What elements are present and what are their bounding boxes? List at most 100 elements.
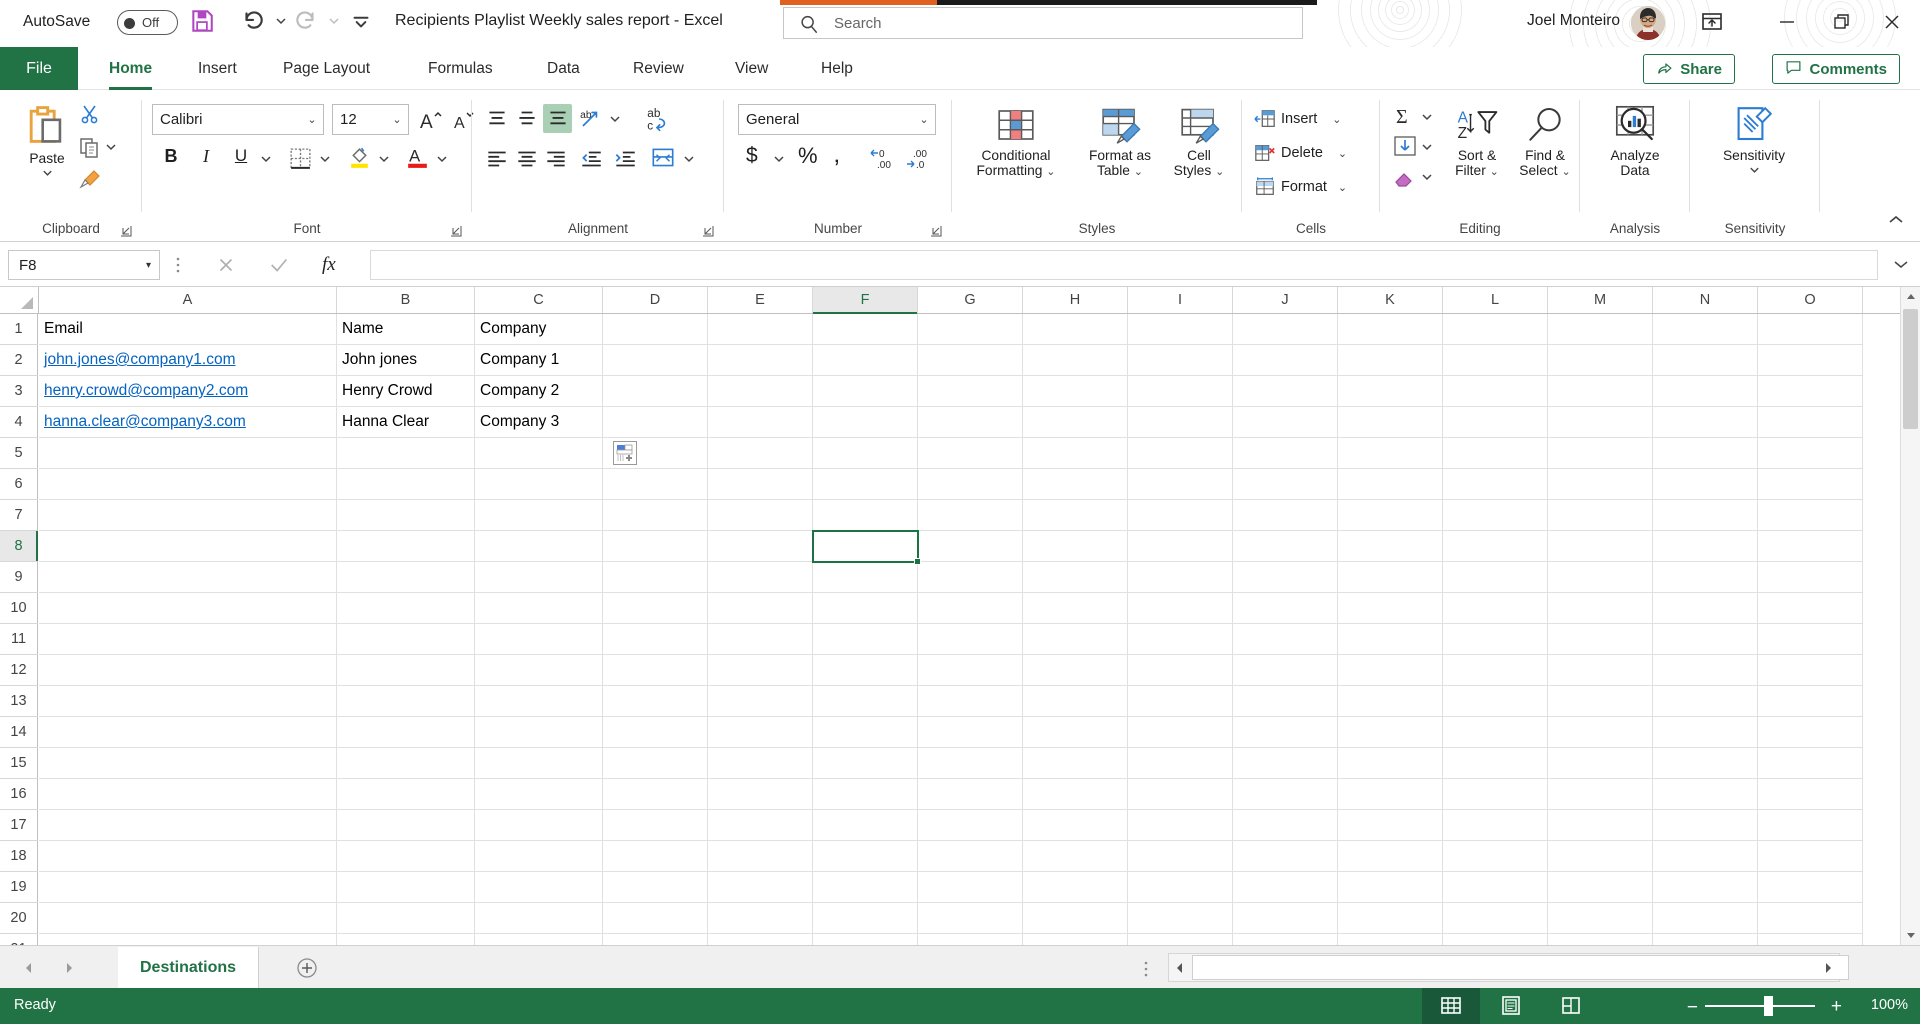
- cell-G18[interactable]: [918, 841, 1023, 872]
- cell-G21[interactable]: [918, 934, 1023, 945]
- cell-I15[interactable]: [1128, 748, 1233, 779]
- font-size-combobox[interactable]: 12 ⌄: [332, 104, 409, 135]
- cell-N17[interactable]: [1653, 810, 1758, 841]
- underline-button[interactable]: U: [230, 146, 252, 166]
- cell-D14[interactable]: [603, 717, 708, 748]
- italic-button[interactable]: I: [195, 146, 217, 167]
- format-painter-brush-icon[interactable]: [78, 168, 102, 197]
- column-header-d[interactable]: D: [603, 287, 708, 313]
- cell-J12[interactable]: [1233, 655, 1338, 686]
- merge-dropdown-chevron-down-icon[interactable]: [682, 152, 696, 171]
- clear-eraser-icon[interactable]: [1392, 166, 1418, 195]
- cell-H2[interactable]: [1023, 345, 1128, 376]
- cell-G8[interactable]: [918, 531, 1023, 562]
- row-header-18[interactable]: 18: [0, 841, 38, 872]
- font-dialog-launcher-icon[interactable]: [450, 224, 462, 236]
- horizontal-scrollbar[interactable]: [1168, 953, 1840, 982]
- cell-F7[interactable]: [813, 500, 918, 531]
- normal-view-button[interactable]: [1422, 988, 1480, 1024]
- cell-O14[interactable]: [1758, 717, 1863, 748]
- cell-C2[interactable]: Company 1: [475, 345, 603, 376]
- cell-D6[interactable]: [603, 469, 708, 500]
- formula-input[interactable]: [370, 250, 1878, 280]
- merge-and-center-icon[interactable]: [650, 144, 676, 177]
- cell-H4[interactable]: [1023, 407, 1128, 438]
- cell-F3[interactable]: [813, 376, 918, 407]
- format-as-table-button[interactable]: Format as Table ⌄: [1076, 104, 1164, 179]
- align-top-icon[interactable]: [484, 106, 510, 137]
- cell-O12[interactable]: [1758, 655, 1863, 686]
- cell-D9[interactable]: [603, 562, 708, 593]
- cell-C3[interactable]: Company 2: [475, 376, 603, 407]
- row-header-1[interactable]: 1: [0, 314, 38, 345]
- cell-O13[interactable]: [1758, 686, 1863, 717]
- cell-O17[interactable]: [1758, 810, 1863, 841]
- cell-C6[interactable]: [475, 469, 603, 500]
- cell-H18[interactable]: [1023, 841, 1128, 872]
- cell-M10[interactable]: [1548, 593, 1653, 624]
- cell-I4[interactable]: [1128, 407, 1233, 438]
- column-header-f[interactable]: F: [813, 287, 918, 313]
- cell-L13[interactable]: [1443, 686, 1548, 717]
- underline-dropdown-chevron-down-icon[interactable]: [259, 152, 273, 171]
- cell-B3[interactable]: Henry Crowd: [337, 376, 475, 407]
- cell-I17[interactable]: [1128, 810, 1233, 841]
- increase-indent-icon[interactable]: [612, 146, 638, 177]
- row-header-6[interactable]: 6: [0, 469, 38, 500]
- share-button[interactable]: Share: [1643, 54, 1735, 84]
- cell-H21[interactable]: [1023, 934, 1128, 945]
- cell-K8[interactable]: [1338, 531, 1443, 562]
- cell-F6[interactable]: [813, 469, 918, 500]
- sort-filter-chevron-down-icon[interactable]: ⌄: [1490, 166, 1499, 178]
- cell-N9[interactable]: [1653, 562, 1758, 593]
- cell-K16[interactable]: [1338, 779, 1443, 810]
- cell-I18[interactable]: [1128, 841, 1233, 872]
- cell-A2[interactable]: john.jones@company1.com: [39, 345, 337, 376]
- cell-A18[interactable]: [39, 841, 337, 872]
- cell-J15[interactable]: [1233, 748, 1338, 779]
- cell-H11[interactable]: [1023, 624, 1128, 655]
- cell-N1[interactable]: [1653, 314, 1758, 345]
- cell-B8[interactable]: [337, 531, 475, 562]
- vertical-scrollbar-thumb[interactable]: [1903, 309, 1918, 429]
- font-family-chevron-down-icon[interactable]: ⌄: [301, 113, 323, 126]
- paste-options-icon[interactable]: [613, 441, 637, 465]
- font-family-combobox[interactable]: Calibri ⌄: [152, 104, 324, 135]
- tab-home[interactable]: Home: [98, 47, 163, 90]
- cell-G13[interactable]: [918, 686, 1023, 717]
- cell-I2[interactable]: [1128, 345, 1233, 376]
- cell-N4[interactable]: [1653, 407, 1758, 438]
- comma-style-button[interactable]: ‚: [834, 140, 840, 169]
- cell-G12[interactable]: [918, 655, 1023, 686]
- cell-D12[interactable]: [603, 655, 708, 686]
- cell-B4[interactable]: Hanna Clear: [337, 407, 475, 438]
- cell-K1[interactable]: [1338, 314, 1443, 345]
- cell-O4[interactable]: [1758, 407, 1863, 438]
- tab-view[interactable]: View: [724, 47, 779, 90]
- cell-A14[interactable]: [39, 717, 337, 748]
- cell-I10[interactable]: [1128, 593, 1233, 624]
- row-header-16[interactable]: 16: [0, 779, 38, 810]
- cell-A9[interactable]: [39, 562, 337, 593]
- sheet-tab-destinations[interactable]: Destinations: [118, 947, 259, 988]
- cell-I6[interactable]: [1128, 469, 1233, 500]
- cell-F8[interactable]: [813, 531, 918, 562]
- cell-H14[interactable]: [1023, 717, 1128, 748]
- cell-M12[interactable]: [1548, 655, 1653, 686]
- cell-E9[interactable]: [708, 562, 813, 593]
- tab-formulas[interactable]: Formulas: [417, 47, 504, 90]
- percent-style-button[interactable]: %: [798, 143, 818, 169]
- find-select-chevron-down-icon[interactable]: ⌄: [1561, 166, 1570, 178]
- cell-G10[interactable]: [918, 593, 1023, 624]
- cell-B18[interactable]: [337, 841, 475, 872]
- cell-M14[interactable]: [1548, 717, 1653, 748]
- cell-O6[interactable]: [1758, 469, 1863, 500]
- cell-E13[interactable]: [708, 686, 813, 717]
- cell-H7[interactable]: [1023, 500, 1128, 531]
- cell-F11[interactable]: [813, 624, 918, 655]
- autosum-chevron-down-icon[interactable]: [1420, 110, 1434, 129]
- number-dialog-launcher-icon[interactable]: [930, 224, 942, 236]
- tab-insert[interactable]: Insert: [187, 47, 248, 90]
- fill-color-dropdown-chevron-down-icon[interactable]: [377, 152, 391, 171]
- cell-A3[interactable]: henry.crowd@company2.com: [39, 376, 337, 407]
